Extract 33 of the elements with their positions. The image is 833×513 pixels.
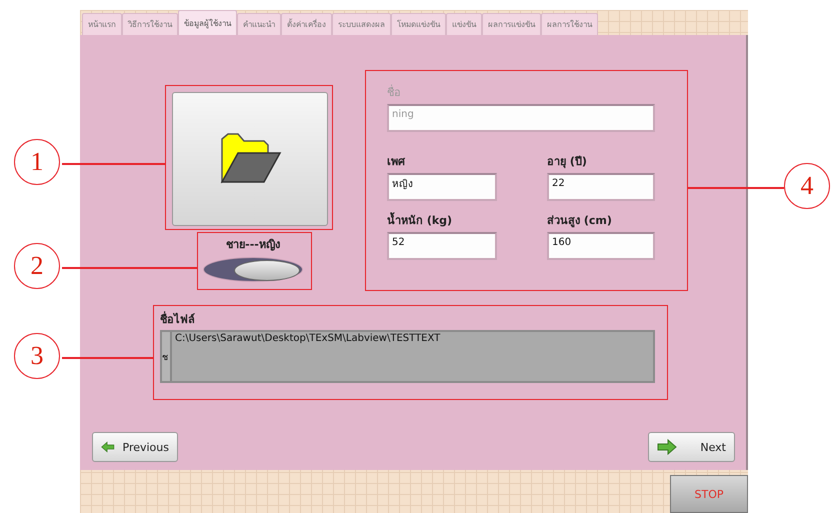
callout-number: 2 <box>14 243 60 289</box>
tab[interactable]: โหมดแข่งขัน <box>391 13 446 35</box>
field-label: ชื่อ <box>387 84 402 101</box>
field-label: เพศ <box>387 154 406 170</box>
arrow-left-icon <box>101 439 114 455</box>
path-field[interactable]: ช C:\Users\Sarawut\Desktop\TExSM\Labview\TESTTEXT <box>160 330 655 383</box>
field-label: น้ำหนัก (kg) <box>387 211 454 229</box>
field-label: ชื่อไฟล์ <box>160 310 196 328</box>
next-button[interactable]: Next <box>648 432 735 462</box>
field-label: อายุ (ปี) <box>547 154 588 170</box>
stop-button[interactable]: STOP <box>670 475 748 513</box>
input-field[interactable]: ning <box>387 104 655 132</box>
arrow-right-icon <box>657 439 677 455</box>
tab[interactable]: ตั้งค่าเครื่อง <box>281 13 332 35</box>
tab[interactable]: หน้าแรก <box>82 13 122 35</box>
tab[interactable]: ข้อมูลผู้ใช้งาน <box>178 10 237 35</box>
previous-button[interactable]: Previous <box>92 432 178 462</box>
tab[interactable]: ระบบแสดงผล <box>332 13 391 35</box>
input-field[interactable]: 52 <box>387 232 497 260</box>
input-field[interactable]: 22 <box>547 173 655 201</box>
input-field[interactable]: 160 <box>547 232 655 260</box>
folder-icon <box>218 133 282 185</box>
callout-number: 4 <box>784 163 830 209</box>
input-field[interactable]: หญิง <box>387 173 497 201</box>
field-label: ส่วนสูง (cm) <box>547 213 613 229</box>
tab[interactable]: ผลการแข่งขัน <box>482 13 541 35</box>
callout-number: 1 <box>14 139 60 185</box>
tab[interactable]: คำแนะนำ <box>237 13 281 35</box>
callout-number: 3 <box>14 333 60 379</box>
switch-label: ชาย---หญิง <box>226 237 280 253</box>
tab[interactable]: วิธีการใช้งาน <box>122 13 178 35</box>
tab[interactable]: แข่งขัน <box>446 13 482 35</box>
tab[interactable]: ผลการใช้งาน <box>541 13 598 35</box>
